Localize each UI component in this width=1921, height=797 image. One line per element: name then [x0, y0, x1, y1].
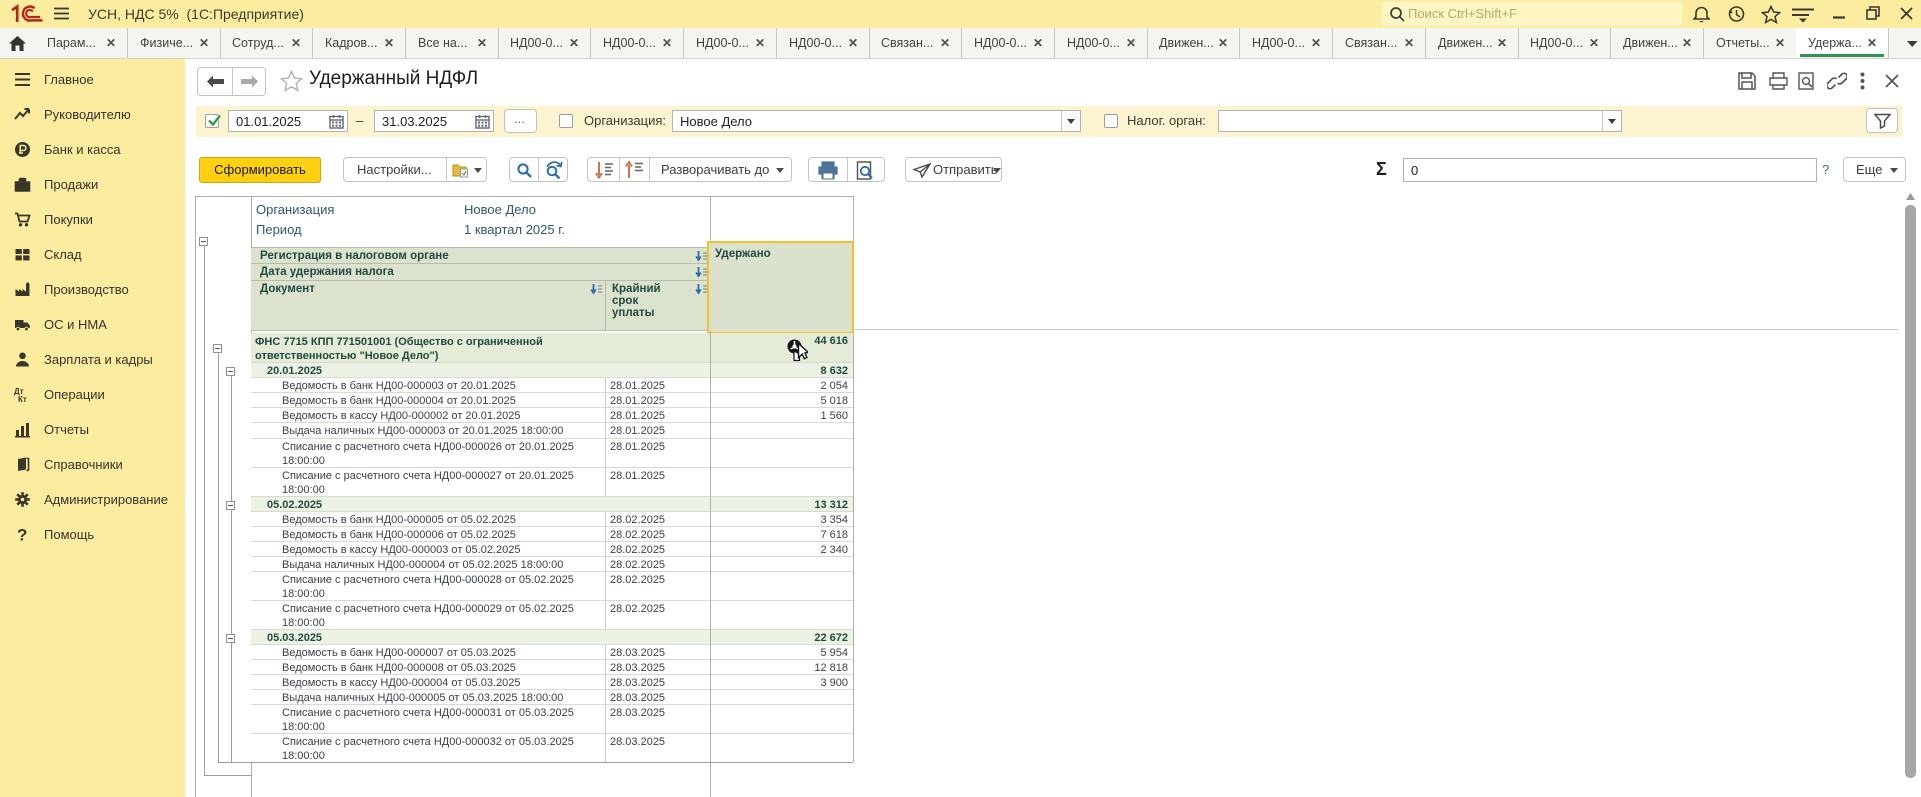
svg-text:?: ?: [17, 526, 27, 543]
svg-text:Кт: Кт: [18, 395, 27, 403]
